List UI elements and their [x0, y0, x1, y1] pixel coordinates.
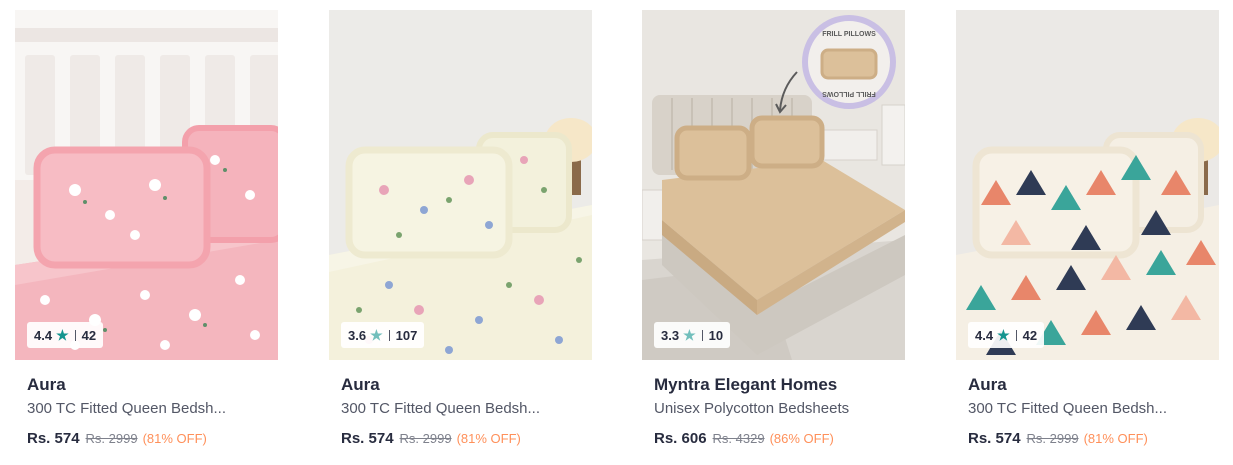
rating-badge: 4.4 ★ 42 — [27, 322, 104, 348]
rating-count: 107 — [395, 327, 418, 343]
rating-value: 3.6 — [348, 327, 367, 343]
product-grid: 4.4 ★ 42 Aura 300 TC Fitted Queen Bedsh.… — [0, 0, 1233, 465]
rating-count: 42 — [1022, 327, 1038, 343]
product-image[interactable]: 4.4 ★ 42 — [956, 10, 1219, 360]
product-mrp: Rs. 2999 — [399, 431, 452, 446]
image-badge-text: FRILL PILLOWS — [822, 90, 876, 97]
rating-count: 42 — [81, 327, 97, 343]
star-icon: ★ — [370, 326, 383, 343]
product-brand[interactable]: Myntra Elegant Homes — [642, 375, 905, 395]
product-description[interactable]: 300 TC Fitted Queen Bedsh... — [956, 399, 1203, 419]
rating-value: 4.4 — [34, 327, 53, 343]
rating-separator — [701, 329, 703, 341]
price-row: Rs. 574 Rs. 2999 (81% OFF) — [956, 430, 1219, 447]
rating-badge: 3.3 ★ 10 — [654, 322, 731, 348]
image-badge-text: FRILL PILLOWS — [822, 31, 876, 38]
product-brand[interactable]: Aura — [15, 375, 278, 395]
rating-count: 10 — [708, 327, 724, 343]
product-discount: (81% OFF) — [456, 431, 521, 446]
product-price: Rs. 606 — [654, 430, 707, 447]
product-price: Rs. 574 — [341, 430, 394, 447]
product-image[interactable]: 4.4 ★ 42 — [15, 10, 278, 360]
product-brand[interactable]: Aura — [329, 375, 592, 395]
rating-badge: 3.6 ★ 107 — [341, 322, 425, 348]
star-icon: ★ — [683, 326, 696, 343]
product-description[interactable]: 300 TC Fitted Queen Bedsh... — [329, 399, 576, 419]
product-price: Rs. 574 — [968, 430, 1021, 447]
product-discount: (81% OFF) — [142, 431, 207, 446]
star-icon: ★ — [997, 326, 1010, 343]
product-image[interactable]: FRILL PILLOWS FRILL PILLOWS 3.3 ★ 10 — [642, 10, 905, 360]
rating-separator — [388, 329, 390, 341]
product-card[interactable]: FRILL PILLOWS FRILL PILLOWS 3.3 ★ 10 Myn… — [642, 10, 905, 460]
rating-separator — [74, 329, 76, 341]
product-mrp: Rs. 2999 — [85, 431, 138, 446]
price-row: Rs. 606 Rs. 4329 (86% OFF) — [642, 430, 905, 447]
rating-value: 3.3 — [661, 327, 680, 343]
product-description[interactable]: 300 TC Fitted Queen Bedsh... — [15, 399, 262, 419]
product-image[interactable]: 3.6 ★ 107 — [329, 10, 592, 360]
product-mrp: Rs. 4329 — [712, 431, 765, 446]
price-row: Rs. 574 Rs. 2999 (81% OFF) — [15, 430, 278, 447]
rating-badge: 4.4 ★ 42 — [968, 322, 1045, 348]
product-card[interactable]: 4.4 ★ 42 Aura 300 TC Fitted Queen Bedsh.… — [15, 10, 278, 460]
product-card[interactable]: 3.6 ★ 107 Aura 300 TC Fitted Queen Bedsh… — [329, 10, 592, 460]
product-discount: (81% OFF) — [1083, 431, 1148, 446]
price-row: Rs. 574 Rs. 2999 (81% OFF) — [329, 430, 592, 447]
product-discount: (86% OFF) — [769, 431, 834, 446]
product-brand[interactable]: Aura — [956, 375, 1219, 395]
product-card[interactable]: 4.4 ★ 42 Aura 300 TC Fitted Queen Bedsh.… — [956, 10, 1219, 460]
star-icon: ★ — [56, 326, 69, 343]
product-description[interactable]: Unisex Polycotton Bedsheets — [642, 399, 889, 419]
rating-value: 4.4 — [975, 327, 994, 343]
rating-separator — [1015, 329, 1017, 341]
product-mrp: Rs. 2999 — [1026, 431, 1079, 446]
product-price: Rs. 574 — [27, 430, 80, 447]
